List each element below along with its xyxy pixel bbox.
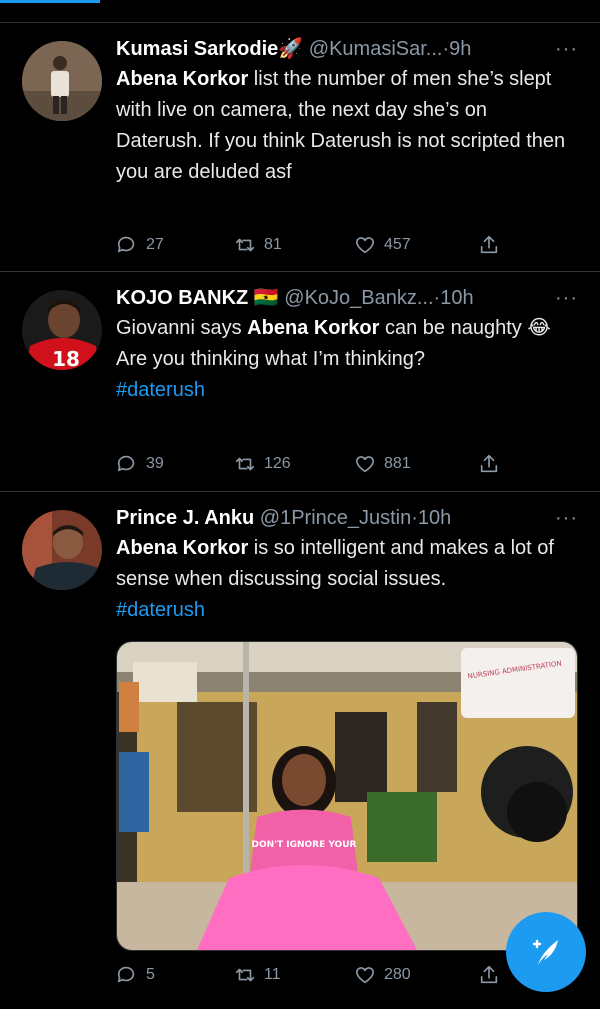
display-name[interactable]: KOJO BANKZ	[116, 287, 248, 309]
like-count: 280	[384, 966, 411, 983]
handle[interactable]: @KumasiSar...	[309, 38, 443, 60]
retweet-count: 126	[264, 455, 291, 472]
reply-icon	[117, 966, 135, 983]
tweet-2[interactable]: 18 KOJO BANKZ 🇬🇭 @KoJo_Bankz...·10h ··· …	[0, 272, 600, 492]
avatar-photo: 18	[22, 290, 102, 370]
more-options-icon[interactable]: ···	[555, 284, 578, 312]
compose-tweet-button[interactable]	[506, 912, 586, 992]
share-button[interactable]	[478, 453, 500, 475]
share-icon	[480, 454, 498, 473]
display-name[interactable]: Kumasi Sarkodie	[116, 38, 278, 60]
like-count: 881	[384, 455, 411, 472]
tweet-body-start: Giovanni says	[116, 317, 248, 339]
reply-count: 39	[146, 455, 164, 472]
retweet-icon	[235, 968, 255, 982]
hashtag-link[interactable]: #daterush	[116, 379, 205, 401]
tweet-header: KOJO BANKZ 🇬🇭 @KoJo_Bankz...·10h ···	[116, 284, 578, 312]
mention-text: Abena Korkor	[116, 68, 249, 90]
tweet-text: Abena Korkor list the number of men she’…	[116, 64, 578, 188]
display-name[interactable]: Prince J. Anku	[116, 507, 254, 529]
more-options-icon[interactable]: ···	[555, 504, 578, 532]
tweet-text: Giovanni says Abena Korkor can be naught…	[116, 313, 578, 406]
reply-count: 27	[146, 236, 164, 253]
media-photo-scene: NURSING ADMINISTRATION DON'T IGNORE YOUR	[117, 642, 577, 950]
heart-icon	[355, 456, 375, 473]
mention-text: Abena Korkor	[116, 537, 249, 559]
reply-icon	[117, 236, 135, 253]
tweet-actions: 27 81 457	[116, 231, 578, 259]
like-count: 457	[384, 236, 411, 253]
reply-button[interactable]: 39	[116, 453, 234, 475]
share-button[interactable]	[478, 964, 500, 986]
tweet-3[interactable]: Prince J. Anku @1Prince_Justin·10h ··· A…	[0, 492, 600, 1009]
share-button[interactable]	[478, 234, 500, 256]
handle[interactable]: @1Prince_Justin	[260, 507, 411, 529]
jersey-number: 18	[52, 347, 80, 370]
like-button[interactable]: 280	[354, 964, 478, 986]
heart-icon	[355, 237, 375, 254]
tweet-header: Kumasi Sarkodie🚀 @KumasiSar...·9h ···	[116, 35, 578, 63]
previous-tweet-edge	[0, 0, 600, 23]
rocket-emoji: 🚀	[278, 38, 304, 60]
tweet-1[interactable]: Kumasi Sarkodie🚀 @KumasiSar...·9h ··· Ab…	[0, 23, 600, 272]
separator-dot: ·	[411, 507, 418, 529]
reply-button[interactable]: 5	[116, 964, 234, 986]
hashtag-link[interactable]: #daterush	[116, 599, 205, 621]
retweet-count: 11	[264, 966, 281, 983]
mention-text: Abena Korkor	[247, 317, 380, 339]
timestamp[interactable]: 10h	[440, 287, 473, 309]
active-indicator	[0, 0, 100, 3]
avatar[interactable]	[22, 510, 102, 590]
like-button[interactable]: 881	[354, 453, 478, 475]
heart-icon	[355, 967, 375, 984]
retweet-button[interactable]: 126	[234, 453, 354, 475]
retweet-button[interactable]: 81	[234, 234, 354, 256]
tweet-text: Abena Korkor is so intelligent and makes…	[116, 533, 578, 626]
shirt-text: DON'T IGNORE YOUR	[252, 840, 357, 850]
retweet-icon	[235, 457, 255, 471]
tweet-header: Prince J. Anku @1Prince_Justin·10h ···	[116, 504, 578, 532]
tweet-body-middle: can be naughty	[379, 317, 528, 339]
tweet-body-end: Are you thinking what I’m thinking?	[116, 348, 426, 370]
more-options-icon[interactable]: ···	[555, 35, 578, 63]
share-icon	[480, 965, 498, 984]
avatar-photo	[22, 510, 102, 590]
like-button[interactable]: 457	[354, 234, 478, 256]
timestamp[interactable]: 10h	[418, 507, 451, 529]
reply-count: 5	[146, 966, 155, 983]
tweet-actions: 39 126 881	[116, 450, 578, 478]
laughing-emoji: 😂	[527, 317, 551, 339]
ghana-flag-emoji: 🇬🇭	[253, 287, 279, 309]
compose-feather-icon	[532, 939, 558, 965]
avatar[interactable]	[22, 41, 102, 121]
retweet-button[interactable]: 11	[234, 964, 354, 986]
reply-button[interactable]: 27	[116, 234, 234, 256]
share-icon	[480, 235, 498, 254]
handle[interactable]: @KoJo_Bankz...	[284, 287, 433, 309]
reply-icon	[117, 455, 135, 472]
timestamp[interactable]: 9h	[449, 38, 471, 60]
avatar-photo	[22, 41, 102, 121]
avatar[interactable]: 18	[22, 290, 102, 370]
tweet-media-photo[interactable]: NURSING ADMINISTRATION DON'T IGNORE YOUR	[116, 641, 578, 951]
retweet-icon	[235, 238, 255, 252]
retweet-count: 81	[264, 236, 282, 253]
